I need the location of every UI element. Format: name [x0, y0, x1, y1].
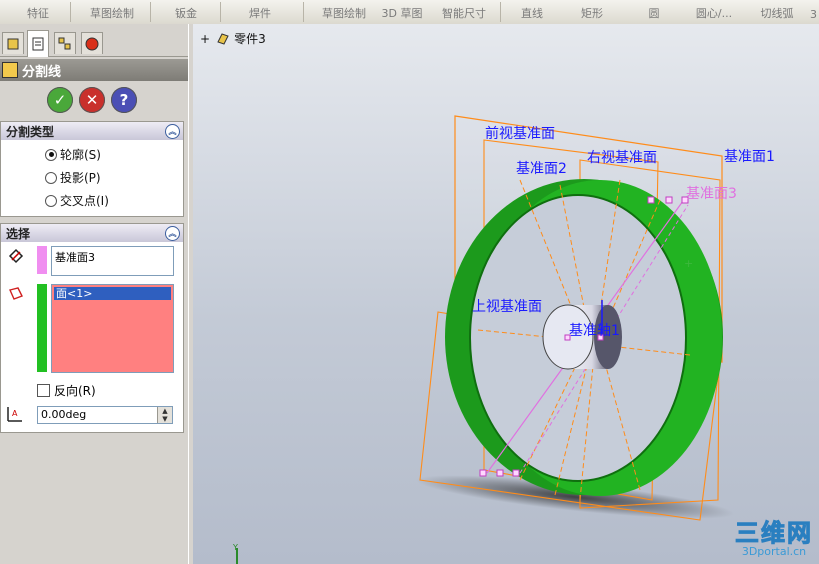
title-text: 分割线	[22, 64, 62, 80]
radio-dot	[45, 148, 57, 161]
watermark-logo: 三维网	[735, 519, 813, 548]
command-manager-toolbar: 特征 草图绘制 钣金 焊件 草图绘制 3D 草图 智能尺寸 直线 矩形 圆 圆心…	[0, 0, 819, 25]
radio-dot	[45, 171, 57, 184]
toolbar-separator	[150, 2, 151, 22]
help-button[interactable]: ?	[111, 87, 137, 113]
plane-selection-box[interactable]: 基准面3	[51, 246, 174, 276]
tab-dim-expert[interactable]	[81, 32, 103, 54]
weldments-tab[interactable]: 焊件	[228, 0, 292, 24]
features-tab[interactable]: 特征	[8, 0, 68, 24]
collapse-icon[interactable]: ︽	[165, 124, 180, 139]
front-plane-label[interactable]: 前视基准面	[485, 125, 555, 142]
plane-selection-value: 基准面3	[55, 251, 95, 264]
smart-dimension-button[interactable]: 智能尺寸	[436, 0, 492, 24]
circle-button[interactable]: 圆	[636, 0, 672, 24]
toolbar-separator	[500, 2, 501, 22]
cancel-button[interactable]: ✕	[79, 87, 105, 113]
radio-silhouette[interactable]: 轮廓(S)	[45, 146, 101, 163]
axis1-label[interactable]: 基准轴1	[569, 322, 620, 339]
plane-color-swatch	[37, 246, 47, 274]
configuration-icon	[58, 37, 71, 49]
model-scene: + 前视基准面 基准面1 基准面2 右视基准面 基准面3 上视基准面 基准轴1 …	[232, 115, 775, 564]
help-icon: ?	[119, 91, 129, 109]
property-manager-panel: 分割线 ✓ ✕ ? 分割类型 ︽ 轮廓(S) 投影(P) 交叉点(I) 选择 ︽	[0, 24, 188, 564]
split-type-header-text: 分割类型	[6, 124, 55, 139]
ok-button[interactable]: ✓	[47, 87, 73, 113]
toolbar-overflow[interactable]: 3	[808, 0, 819, 24]
radio-label: 投影(P)	[60, 171, 101, 185]
feature-tree-icon	[7, 38, 19, 49]
selection-header-text: 选择	[6, 226, 31, 241]
selection-header: 选择 ︽	[1, 224, 183, 242]
plane2-label[interactable]: 基准面2	[516, 160, 567, 177]
angle-input[interactable]: 0.00deg ▲ ▼	[37, 406, 173, 424]
angle-value: 0.00deg	[41, 408, 87, 421]
radio-intersection[interactable]: 交叉点(I)	[45, 192, 109, 209]
plane3-label[interactable]: 基准面3	[686, 185, 737, 202]
tab-feature-manager[interactable]	[2, 32, 24, 54]
toolbar-separator	[303, 2, 304, 22]
watermark-url: 3Dportal.cn	[741, 545, 807, 558]
radio-dot	[45, 194, 57, 207]
origin-plus: +	[684, 257, 693, 270]
watermark: 三维网 3Dportal.cn	[735, 513, 813, 559]
face-select-icon	[9, 287, 23, 300]
radio-projection[interactable]: 投影(P)	[45, 169, 101, 186]
angle-icon: A	[7, 407, 22, 422]
right-plane-label[interactable]: 右视基准面	[587, 149, 657, 166]
radio-label: 轮廓(S)	[60, 148, 101, 162]
triad-y-label: Y	[232, 543, 238, 552]
face-item-text: 面<1>	[56, 287, 93, 300]
tangent-arc-button[interactable]: 切线弧	[752, 0, 802, 24]
face-color-swatch	[37, 284, 47, 372]
check-icon: ✓	[53, 91, 67, 109]
rectangle-button[interactable]: 矩形	[570, 0, 614, 24]
tab-property-manager[interactable]	[27, 30, 49, 57]
split-type-header: 分割类型 ︽	[1, 122, 183, 140]
reverse-label: 反向(R)	[54, 384, 96, 398]
radio-label: 交叉点(I)	[60, 194, 109, 208]
property-icon	[32, 37, 44, 51]
selection-group: 选择 ︽ 基准面3 面<1> 反向(R) A 0.00deg ▲ ▼	[0, 223, 184, 433]
3d-sketch-button[interactable]: 3D 草图	[378, 0, 426, 24]
top-plane-label[interactable]: 上视基准面	[472, 298, 542, 315]
dimxpert-icon	[85, 37, 99, 50]
sketch-tab[interactable]: 草图绘制	[78, 0, 146, 24]
toolbar-separator	[220, 2, 221, 22]
reverse-checkbox[interactable]	[37, 384, 50, 397]
svg-text:A: A	[12, 409, 18, 418]
close-icon: ✕	[85, 91, 99, 109]
faces-selection-box[interactable]: 面<1>	[51, 284, 174, 373]
line-button[interactable]: 直线	[510, 0, 554, 24]
angle-spinner[interactable]: ▲ ▼	[157, 407, 172, 423]
collapse-icon[interactable]: ︽	[165, 226, 180, 241]
reverse-checkbox-row[interactable]: 反向(R)	[37, 382, 96, 399]
plane-select-icon	[8, 248, 24, 264]
split-line-icon	[2, 62, 18, 78]
sheet-metal-tab[interactable]: 钣金	[158, 0, 214, 24]
toolbar-separator	[70, 2, 71, 22]
sketch-button[interactable]: 草图绘制	[312, 0, 376, 24]
plane1-label[interactable]: 基准面1	[724, 148, 775, 165]
property-manager-title: 分割线	[0, 59, 188, 81]
face-list-item[interactable]: 面<1>	[54, 287, 171, 300]
tab-configuration-manager[interactable]	[54, 32, 76, 54]
centerpoint-arc-button[interactable]: 圆心/...	[684, 0, 744, 24]
manager-tabs	[0, 30, 188, 57]
split-type-group: 分割类型 ︽ 轮廓(S) 投影(P) 交叉点(I)	[0, 121, 184, 217]
